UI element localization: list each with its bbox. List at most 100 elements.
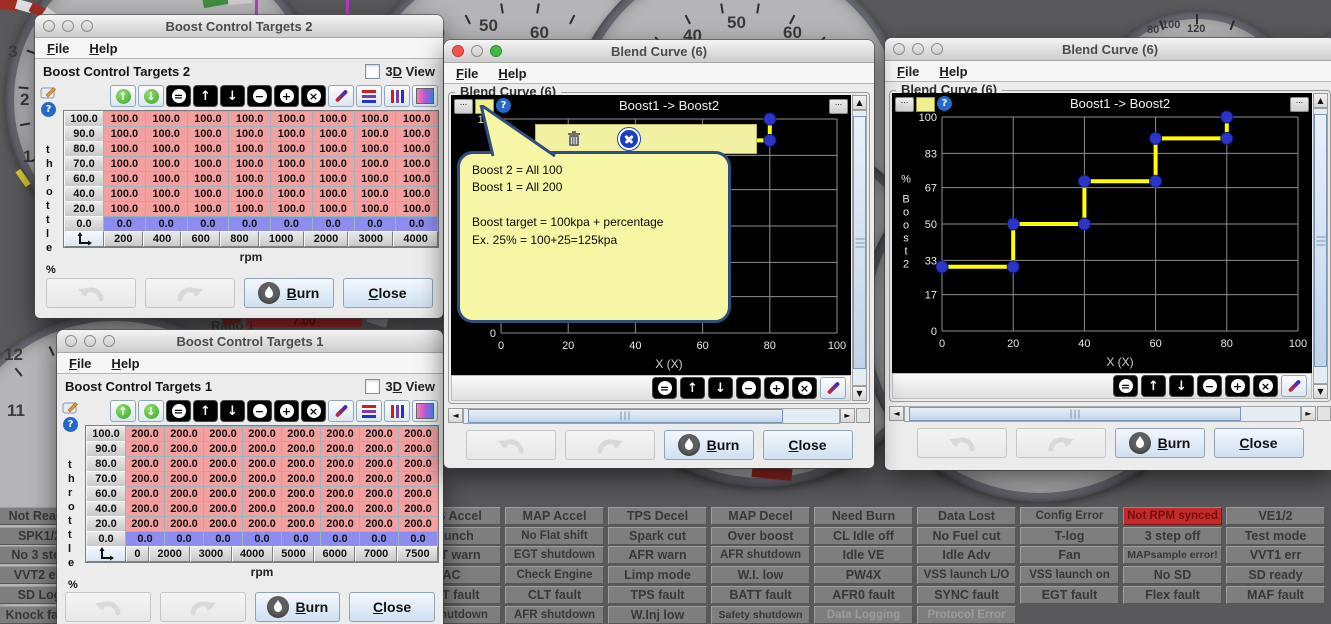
- table-cell[interactable]: 0.0: [125, 531, 165, 547]
- table-cell[interactable]: 200.0: [203, 441, 243, 457]
- table-cell[interactable]: 0.0: [359, 531, 399, 547]
- chart-options-button[interactable]: ...: [454, 99, 473, 114]
- close-button[interactable]: Close: [763, 430, 853, 460]
- blend-curve-chart[interactable]: 02040608010001733506783100Boost1 -> Boos…: [892, 93, 1312, 373]
- table-cell[interactable]: 200.0: [398, 456, 438, 472]
- scroll-left-button[interactable]: ◄: [448, 408, 463, 423]
- table-cell[interactable]: 200.0: [359, 471, 399, 487]
- table-cell[interactable]: 200.0: [164, 501, 204, 517]
- scrollbar-thumb[interactable]: [853, 116, 866, 368]
- table-cell[interactable]: 100.0: [228, 126, 271, 142]
- minimize-button[interactable]: [62, 20, 74, 32]
- x-axis-cell[interactable]: 200: [104, 231, 143, 247]
- table-cell[interactable]: 100.0: [228, 156, 271, 172]
- table-cell[interactable]: 100.0: [145, 156, 188, 172]
- table-cell[interactable]: 100.0: [187, 156, 230, 172]
- blend-curve-chart[interactable]: 02040608010001733506783100Boost1 -> Boos…: [451, 95, 851, 375]
- table-cell[interactable]: 200.0: [398, 516, 438, 532]
- table-cell[interactable]: 0.0: [354, 216, 397, 232]
- table-cell[interactable]: 100.0: [103, 201, 146, 217]
- 3d-view-checkbox[interactable]: 3D View: [365, 379, 435, 394]
- scroll-track[interactable]: [852, 110, 867, 386]
- y-axis-cell[interactable]: 0.0: [64, 216, 104, 232]
- edit-pencil-icon[interactable]: [820, 377, 846, 399]
- close-button[interactable]: [452, 45, 464, 57]
- horizontal-scrollbar[interactable]: ◄►: [448, 408, 870, 424]
- table-cell[interactable]: 100.0: [103, 141, 146, 157]
- 3d-view-checkbox[interactable]: 3D View: [365, 64, 435, 79]
- table-cell[interactable]: 200.0: [359, 456, 399, 472]
- table-cell[interactable]: 200.0: [359, 486, 399, 502]
- table-cell[interactable]: 0.0: [270, 216, 313, 232]
- axis-swap-button[interactable]: [64, 231, 104, 247]
- table-cell[interactable]: 100.0: [228, 171, 271, 187]
- burn-button[interactable]: Burn: [255, 592, 341, 622]
- table-cell[interactable]: 100.0: [103, 171, 146, 187]
- scroll-up-button[interactable]: ▲: [852, 95, 867, 110]
- table-cell[interactable]: 100.0: [395, 111, 438, 127]
- table-cell[interactable]: 0.0: [203, 531, 243, 547]
- close-button[interactable]: [893, 43, 905, 55]
- table-cell[interactable]: 200.0: [125, 516, 165, 532]
- table-cell[interactable]: 200.0: [320, 471, 360, 487]
- table-cell[interactable]: 100.0: [354, 141, 397, 157]
- note-close-button[interactable]: [618, 128, 640, 150]
- table-cell[interactable]: 100.0: [395, 141, 438, 157]
- y-axis-cell[interactable]: 20.0: [64, 201, 104, 217]
- table-cell[interactable]: 200.0: [398, 486, 438, 502]
- table-cell[interactable]: 0.0: [228, 216, 271, 232]
- burn-button[interactable]: Burn: [244, 278, 334, 308]
- table-cell[interactable]: 200.0: [242, 456, 282, 472]
- table-cell[interactable]: 100.0: [395, 186, 438, 202]
- titlebar[interactable]: Boost Control Targets 1: [57, 330, 443, 353]
- vertical-scrollbar[interactable]: ▲▼: [852, 95, 867, 401]
- shift-up-icon[interactable]: ↑: [193, 400, 218, 422]
- scroll-track[interactable]: [1313, 108, 1328, 384]
- close-button[interactable]: Close: [1214, 428, 1304, 458]
- chart-options-button[interactable]: ...: [829, 99, 848, 114]
- table-cell[interactable]: 100.0: [270, 186, 313, 202]
- table-cell[interactable]: 200.0: [398, 441, 438, 457]
- x-axis-cell[interactable]: 3000: [348, 231, 393, 247]
- zoom-button[interactable]: [103, 335, 115, 347]
- table-cell[interactable]: 100.0: [354, 126, 397, 142]
- x-axis-cell[interactable]: 4000: [232, 546, 273, 562]
- table-cell[interactable]: 100.0: [145, 126, 188, 142]
- table-cell[interactable]: 100.0: [270, 141, 313, 157]
- y-axis-cell[interactable]: 100.0: [64, 111, 104, 127]
- blend-curve-plot[interactable]: 02040608010001733506783100Boost1 -> Boos…: [892, 93, 1312, 373]
- set-equal-icon[interactable]: =: [1113, 375, 1138, 397]
- titlebar[interactable]: Blend Curve (6): [885, 38, 1331, 61]
- y-axis-cell[interactable]: 0.0: [86, 531, 126, 547]
- table-cell[interactable]: 100.0: [270, 201, 313, 217]
- burn-button[interactable]: Burn: [1115, 428, 1205, 458]
- table-cell[interactable]: 200.0: [125, 426, 165, 442]
- y-axis-cell[interactable]: 80.0: [64, 141, 104, 157]
- y-axis-cell[interactable]: 90.0: [86, 441, 126, 457]
- table-cell[interactable]: 200.0: [320, 486, 360, 502]
- edit-pencil-icon[interactable]: [1281, 375, 1307, 397]
- shift-up-icon[interactable]: ↑: [193, 85, 218, 107]
- table-cell[interactable]: 100.0: [103, 126, 146, 142]
- decrement-icon[interactable]: −: [247, 85, 272, 107]
- x-axis-cell[interactable]: 400: [143, 231, 182, 247]
- table-cell[interactable]: 0.0: [145, 216, 188, 232]
- table-cell[interactable]: 100.0: [395, 156, 438, 172]
- help-icon[interactable]: ?: [63, 417, 78, 432]
- chart-options-button[interactable]: ...: [1290, 97, 1309, 112]
- table-cell[interactable]: 0.0: [281, 531, 321, 547]
- table-cell[interactable]: 100.0: [354, 111, 397, 127]
- table-cell[interactable]: 200.0: [203, 456, 243, 472]
- clear-icon[interactable]: ×: [301, 85, 326, 107]
- table-cell[interactable]: 100.0: [228, 141, 271, 157]
- table-cell[interactable]: 100.0: [270, 156, 313, 172]
- set-equal-icon[interactable]: =: [652, 377, 677, 399]
- table-cell[interactable]: 200.0: [320, 501, 360, 517]
- table-cell[interactable]: 100.0: [103, 186, 146, 202]
- table-cell[interactable]: 200.0: [242, 441, 282, 457]
- x-axis-cell[interactable]: 2000: [149, 546, 190, 562]
- vertical-scrollbar[interactable]: ▲▼: [1313, 93, 1328, 399]
- table-cell[interactable]: 200.0: [164, 456, 204, 472]
- trash-icon[interactable]: [566, 130, 582, 148]
- scroll-right-button[interactable]: ►: [840, 408, 855, 423]
